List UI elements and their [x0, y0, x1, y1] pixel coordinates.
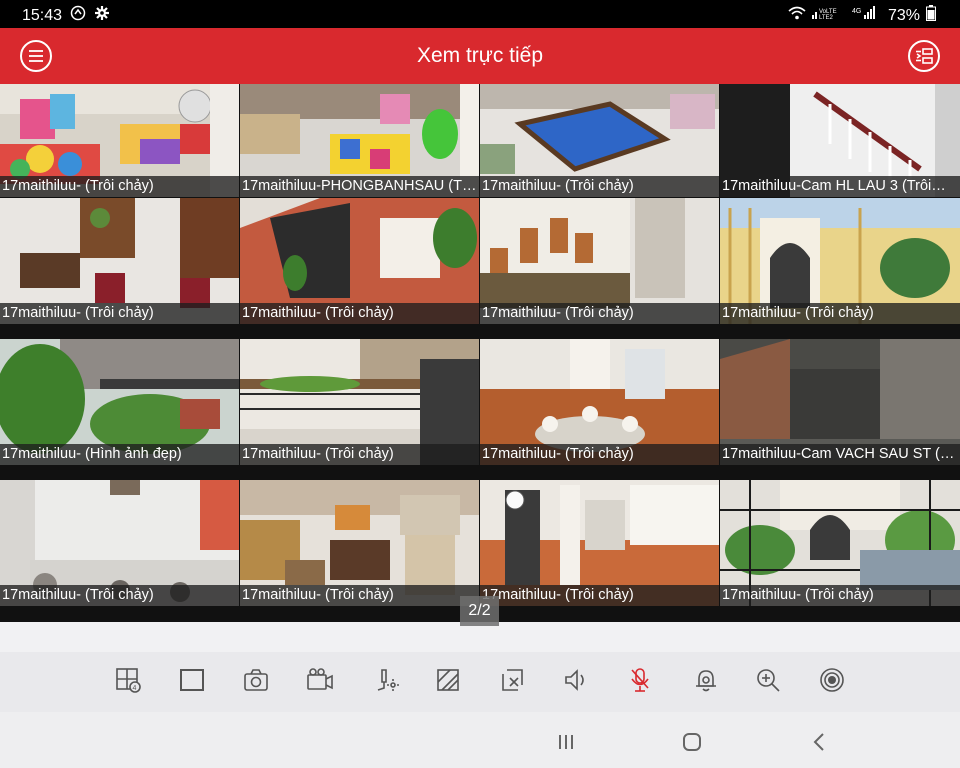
system-nav-bar: [0, 712, 960, 768]
camera-tile-caption: 17maithiluu- (Trôi chảy): [0, 176, 239, 197]
alarm-button[interactable]: [690, 664, 722, 696]
camera-tile-caption: 17maithiluu-Cam VACH SAU ST (…: [720, 444, 960, 465]
camera-tile-caption: 17maithiluu- (Trôi chảy): [480, 444, 719, 465]
status-time: 15:43: [22, 6, 63, 24]
camera-tile[interactable]: 17maithiluu- (Trôi chảy): [480, 339, 719, 465]
alarm-icon: [696, 670, 716, 692]
record-icon: [307, 668, 333, 690]
wifi-icon: [788, 6, 806, 25]
snapshot-button[interactable]: [240, 664, 272, 696]
camera-tile[interactable]: 17maithiluu- (Trôi chảy): [720, 480, 960, 606]
camera-tile-caption: 17maithiluu- (Trôi chảy): [480, 176, 719, 197]
camera-tile-caption: 17maithiluu- (Trôi chảy): [240, 303, 479, 324]
digital-zoom-icon: [757, 669, 780, 692]
camera-tile[interactable]: 17maithiluu- (Trôi chảy): [240, 339, 479, 465]
live-view-toolbar: 4: [0, 652, 960, 712]
page-indicator: 2/2: [460, 596, 499, 626]
camera-tile-caption: 17maithiluu- (Trôi chảy): [720, 585, 960, 606]
svg-text:4G: 4G: [852, 8, 861, 15]
fisheye-button[interactable]: [816, 664, 848, 696]
signal-4g-icon: 4G: [852, 6, 882, 25]
camera-tile[interactable]: 17maithiluu- (Trôi chảy): [0, 84, 239, 197]
fisheye-icon: [820, 668, 844, 692]
camera-tile-caption: 17maithiluu- (Trôi chảy): [0, 585, 239, 606]
image-quality-button[interactable]: [432, 664, 464, 696]
back-icon: [813, 733, 824, 751]
camera-tile[interactable]: 17maithiluu-PHONGBANHSAU (T…: [240, 84, 479, 197]
channel-list-button[interactable]: [908, 40, 940, 72]
talk-button[interactable]: [624, 664, 656, 696]
home-icon: [683, 733, 701, 751]
camera-tile-caption: 17maithiluu- (Trôi chảy): [240, 585, 479, 606]
live-view-grid: 17maithiluu- (Trôi chảy) 17maithiluu-PHO…: [0, 84, 960, 622]
signal-volte-icon: VoLTE LTE2: [811, 6, 846, 25]
recents-icon: [559, 735, 573, 749]
camera-tile[interactable]: 17maithiluu-Cam HL LAU 3 (Trôi…: [720, 84, 960, 197]
split-screen-icon: 4: [116, 668, 141, 693]
camera-tile[interactable]: 17maithiluu- (Trôi chảy): [720, 198, 960, 324]
camera-tile-caption: 17maithiluu- (Trôi chảy): [480, 303, 719, 324]
battery-icon: [926, 5, 936, 26]
audio-button[interactable]: [560, 664, 592, 696]
camera-tile-caption: 17maithiluu- (Trôi chảy): [480, 585, 719, 606]
sync-icon: [70, 5, 86, 26]
camera-tile-caption: 17maithiluu- (Trôi chảy): [720, 303, 960, 324]
battery-percent: 73%: [887, 6, 920, 24]
camera-tile-caption: 17maithiluu- (Trôi chảy): [240, 444, 479, 465]
camera-tile-caption: 17maithiluu-Cam HL LAU 3 (Trôi…: [720, 176, 960, 197]
settings-gear-icon: [94, 5, 110, 26]
svg-text:4: 4: [133, 685, 137, 692]
record-button[interactable]: [304, 664, 336, 696]
image-quality-icon: [437, 669, 459, 691]
camera-tile[interactable]: 17maithiluu- (Trôi chảy): [480, 480, 719, 606]
ptz-button[interactable]: [370, 664, 402, 696]
audio-icon: [565, 669, 584, 691]
camera-tile[interactable]: 17maithiluu- (Trôi chảy): [480, 84, 719, 197]
svg-text:LTE2: LTE2: [819, 15, 834, 20]
single-screen-icon: [180, 669, 204, 691]
digital-zoom-button[interactable]: [752, 664, 784, 696]
page-title: Xem trực tiếp: [416, 44, 544, 67]
camera-tile-caption: 17maithiluu- (Hình ảnh đẹp): [0, 444, 239, 465]
app-bar: Xem trực tiếp: [0, 28, 960, 84]
channel-list-icon: [916, 48, 933, 64]
stop-all-button[interactable]: [496, 664, 528, 696]
camera-tile[interactable]: 17maithiluu-Cam VACH SAU ST (…: [720, 339, 960, 465]
recents-button[interactable]: [552, 728, 580, 756]
back-button[interactable]: [806, 728, 834, 756]
camera-tile-caption: 17maithiluu- (Trôi chảy): [0, 303, 239, 324]
single-screen-button[interactable]: [176, 664, 208, 696]
camera-tile[interactable]: 17maithiluu- (Trôi chảy): [480, 198, 719, 324]
talk-icon: [631, 668, 649, 692]
stop-all-icon: [502, 669, 523, 691]
camera-tile[interactable]: 17maithiluu- (Trôi chảy): [240, 198, 479, 324]
home-button[interactable]: [678, 728, 706, 756]
camera-tile[interactable]: 17maithiluu- (Trôi chảy): [0, 198, 239, 324]
camera-tile[interactable]: 17maithiluu- (Hình ảnh đẹp): [0, 339, 239, 465]
status-bar: 15:43 VoLTE LTE2 4G 73%: [0, 0, 960, 28]
snapshot-icon: [244, 669, 268, 691]
ptz-icon: [377, 669, 399, 691]
split-screen-button[interactable]: 4: [112, 664, 144, 696]
camera-tile[interactable]: 17maithiluu- (Trôi chảy): [240, 480, 479, 606]
camera-tile[interactable]: 17maithiluu- (Trôi chảy): [0, 480, 239, 606]
camera-tile-caption: 17maithiluu-PHONGBANHSAU (T…: [240, 176, 479, 197]
